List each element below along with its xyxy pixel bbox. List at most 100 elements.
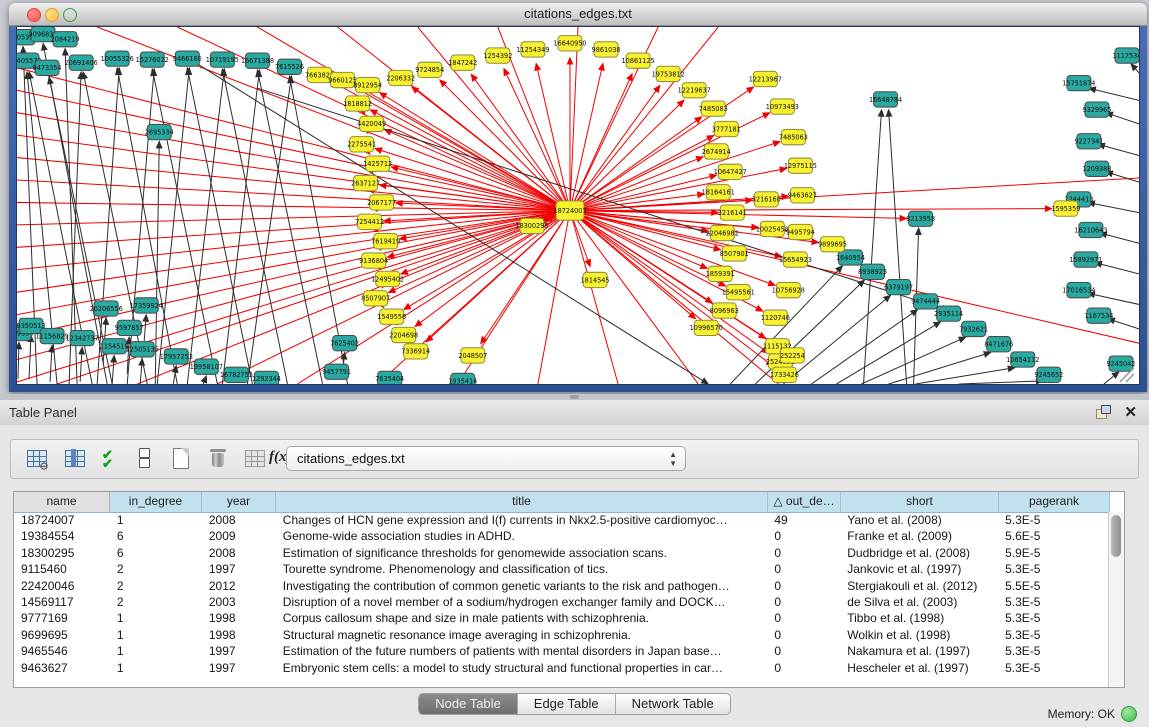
graph-node[interactable]: 8912954 bbox=[353, 77, 382, 92]
graph-node[interactable]: 12342737 bbox=[66, 330, 99, 345]
graph-node[interactable]: 1733426 bbox=[770, 367, 799, 382]
graph-node[interactable]: 17957253 bbox=[160, 349, 193, 364]
graph-node[interactable]: 9899695 bbox=[818, 237, 847, 252]
graph-node[interactable]: 9457791 bbox=[322, 364, 351, 379]
graph-node[interactable]: 12213967 bbox=[749, 71, 782, 86]
vertical-scrollbar[interactable] bbox=[1108, 512, 1124, 687]
graph-node[interactable]: 1935414 bbox=[448, 373, 477, 384]
graph-node[interactable]: 18724007 bbox=[553, 201, 586, 220]
graph-node[interactable]: 19958107 bbox=[190, 359, 223, 374]
graph-node[interactable]: 9597857 bbox=[115, 320, 144, 335]
graph-node[interactable]: 7932621 bbox=[959, 321, 988, 336]
graph-node[interactable]: 10719195 bbox=[206, 52, 239, 67]
graph-node[interactable]: 20206556 bbox=[90, 301, 123, 316]
graph-node[interactable]: 7625402 bbox=[330, 336, 359, 351]
float-panel-icon[interactable] bbox=[1096, 405, 1111, 419]
graph-node[interactable]: 10025458 bbox=[756, 221, 789, 236]
graph-node[interactable]: 1209388 bbox=[1082, 161, 1111, 176]
graph-node[interactable]: 3216141 bbox=[718, 205, 747, 220]
column-header-3[interactable]: title bbox=[276, 492, 768, 512]
graph-node[interactable]: 2637127 bbox=[351, 175, 380, 190]
table-row[interactable]: 1456911722003Disruption of a novel membe… bbox=[14, 594, 1109, 610]
graph-node[interactable]: 2206332 bbox=[386, 70, 415, 85]
graph-node[interactable]: 7485063 bbox=[779, 130, 808, 145]
graph-node[interactable]: 8938923 bbox=[858, 264, 887, 279]
graph-node[interactable]: 252254 bbox=[780, 348, 805, 363]
scrollbar-thumb[interactable] bbox=[1111, 515, 1121, 557]
graph-node[interactable]: 7635404 bbox=[375, 371, 404, 384]
column-header-5[interactable]: short bbox=[841, 492, 999, 512]
graph-node[interactable]: 1154519 bbox=[100, 339, 129, 354]
graph-node[interactable]: 1167534 bbox=[1084, 308, 1113, 323]
graph-node[interactable]: 9466160 bbox=[173, 51, 202, 66]
window-titlebar[interactable]: citations_edges.txt bbox=[9, 3, 1147, 26]
graph-node[interactable]: 1847242 bbox=[448, 55, 477, 70]
graph-node[interactable]: 7619419 bbox=[371, 234, 400, 249]
table-row[interactable]: 1938455462009Genome-wide association stu… bbox=[14, 528, 1109, 544]
graph-node[interactable]: 15892971 bbox=[1069, 252, 1102, 267]
graph-node[interactable]: 9724854 bbox=[415, 62, 444, 77]
graph-node[interactable]: 2935114 bbox=[934, 306, 963, 321]
graph-node[interactable]: 18300295 bbox=[515, 218, 548, 233]
graph-node[interactable]: 7485083 bbox=[699, 101, 728, 116]
graph-node[interactable]: 15654923 bbox=[779, 252, 812, 267]
delete-icon[interactable] bbox=[207, 447, 231, 471]
graph-node[interactable]: 7254412 bbox=[355, 214, 384, 229]
graph-node[interactable]: 15751874 bbox=[1062, 75, 1095, 90]
graph-node[interactable]: 9227341 bbox=[1074, 134, 1103, 149]
graph-node[interactable]: 2204698 bbox=[389, 327, 418, 342]
graph-node[interactable]: 12975115 bbox=[784, 158, 817, 173]
graph-node[interactable]: 11156829 bbox=[36, 328, 69, 343]
graph-node[interactable]: 15276022 bbox=[136, 52, 169, 67]
column-header-1[interactable]: in_degree bbox=[110, 492, 202, 512]
graph-node[interactable]: 16648784 bbox=[869, 92, 902, 107]
graph-node[interactable]: 16210643 bbox=[1074, 222, 1107, 237]
graph-node[interactable]: 1595359 bbox=[1051, 201, 1080, 216]
table-row[interactable]: 2242004622012Investigating the contribut… bbox=[14, 578, 1109, 594]
graph-node[interactable]: 1818812 bbox=[343, 96, 372, 111]
graph-node[interactable]: 9495794 bbox=[786, 224, 815, 239]
graph-node[interactable]: 6379197 bbox=[884, 279, 913, 294]
graph-node[interactable]: 9861038 bbox=[592, 42, 621, 57]
graph-node[interactable]: 1292344 bbox=[252, 371, 281, 384]
graph-node[interactable]: 9463627 bbox=[788, 188, 817, 203]
graph-node[interactable]: 2674914 bbox=[702, 144, 731, 159]
graph-node[interactable]: 10861125 bbox=[622, 53, 655, 68]
graph-node[interactable]: 17016534 bbox=[1062, 283, 1095, 298]
table-row[interactable]: 1830029562008Estimation of significance … bbox=[14, 545, 1109, 561]
graph-node[interactable]: 1117534 bbox=[1112, 48, 1139, 63]
graph-node[interactable]: 10756928 bbox=[772, 283, 805, 298]
graph-node[interactable]: 2275541 bbox=[347, 137, 376, 152]
table-settings-icon[interactable]: ⚙ bbox=[25, 447, 49, 471]
graph-node[interactable]: 1814545 bbox=[581, 272, 610, 287]
splitter-grip-icon[interactable] bbox=[570, 395, 579, 399]
graph-node[interactable]: 3216160 bbox=[752, 192, 781, 207]
graph-node[interactable]: 10996570 bbox=[690, 320, 723, 335]
rows-icon[interactable] bbox=[133, 447, 157, 471]
column-header-2[interactable]: year bbox=[202, 492, 276, 512]
graph-node[interactable]: 1254392 bbox=[483, 48, 512, 63]
graph-node[interactable]: 1859391 bbox=[706, 266, 735, 281]
graph-node[interactable]: 3777181 bbox=[712, 121, 741, 136]
graph-node[interactable]: 17359924 bbox=[130, 298, 163, 313]
network-table-select[interactable]: citations_edges.txt ▲▼ bbox=[286, 446, 686, 471]
show-column-icon[interactable] bbox=[63, 447, 87, 471]
graph-node[interactable]: 16782753 bbox=[220, 367, 253, 382]
graph-node[interactable]: 15495561 bbox=[722, 285, 755, 300]
graph-node[interactable]: 2084219 bbox=[51, 32, 80, 47]
graph-node[interactable]: 8507901 bbox=[720, 246, 749, 261]
new-document-icon[interactable] bbox=[169, 447, 193, 471]
table-row[interactable]: 911546021997Tourette syndrome. Phenomeno… bbox=[14, 561, 1109, 577]
column-header-0[interactable]: name bbox=[14, 492, 110, 512]
graph-node[interactable]: 8213958 bbox=[906, 211, 935, 226]
column-header-6[interactable]: pagerank bbox=[999, 492, 1110, 512]
graph-node[interactable]: 10647427 bbox=[714, 164, 747, 179]
graph-node[interactable]: 2695334 bbox=[145, 124, 174, 139]
graph-node[interactable]: 16671388 bbox=[241, 53, 274, 68]
table-row[interactable]: 969969511998Structural magnetic resonanc… bbox=[14, 627, 1109, 643]
column-header-4[interactable]: △ out_de… bbox=[768, 492, 841, 512]
graph-node[interactable]: 9473354 bbox=[33, 60, 62, 75]
table-row[interactable]: 946554611997Estimation of the future num… bbox=[14, 643, 1109, 659]
table-row[interactable]: 946362711997Embryonic stem cells: a mode… bbox=[14, 660, 1109, 676]
graph-node[interactable]: 1549556 bbox=[377, 309, 406, 324]
